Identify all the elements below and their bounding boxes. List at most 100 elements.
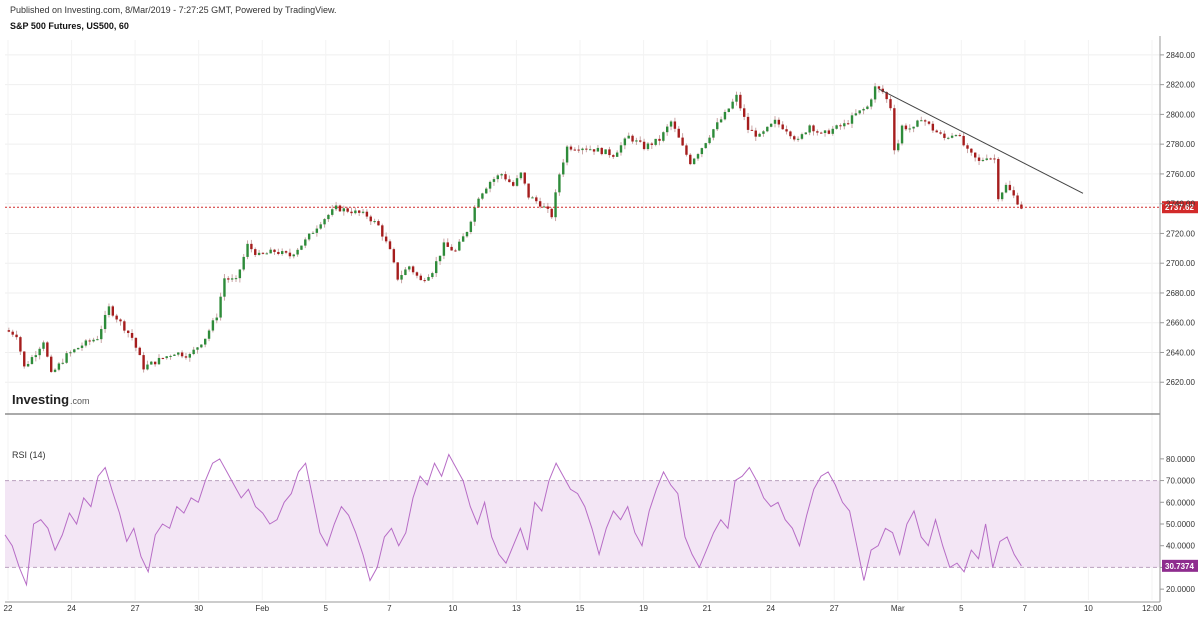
price-tick-label: 2780.00 — [1166, 140, 1195, 149]
candle-up — [920, 120, 923, 122]
candle-down — [161, 357, 165, 359]
candle-up — [438, 255, 442, 262]
candle-up — [157, 357, 161, 365]
candle-down — [15, 334, 18, 338]
candle-down — [535, 197, 538, 202]
candle-down — [927, 121, 931, 124]
candle-up — [257, 252, 261, 255]
candle-up — [542, 206, 546, 208]
candle-up — [200, 344, 203, 348]
candle-up — [103, 314, 107, 330]
candle-up — [950, 135, 954, 138]
candle-down — [115, 315, 118, 320]
candle-up — [146, 364, 149, 370]
candle-up — [230, 278, 234, 280]
candle-up — [404, 269, 407, 276]
candle-up — [804, 132, 807, 135]
candle-down — [512, 182, 515, 186]
candle-down — [392, 249, 396, 263]
candle-up — [242, 256, 245, 270]
candle-up — [26, 363, 30, 367]
candle-down — [538, 201, 542, 207]
candle-up — [400, 275, 403, 280]
candle-up — [843, 123, 846, 127]
candle-down — [1016, 195, 1019, 205]
candle-down — [261, 252, 265, 254]
candle-down — [893, 108, 896, 151]
price-tick-label: 2740.00 — [1166, 200, 1195, 209]
rsi-panel: 20.000030.000040.000050.000060.000070.00… — [4, 450, 1198, 594]
candle-up — [57, 363, 61, 370]
candle-up — [562, 162, 565, 175]
candle-down — [585, 148, 588, 150]
candle-down — [250, 243, 253, 250]
candle-up — [465, 231, 469, 237]
candle-up — [916, 120, 919, 127]
candle-down — [138, 347, 141, 356]
candle-down — [974, 152, 977, 158]
candle-up — [800, 134, 804, 139]
candle-down — [111, 306, 114, 316]
price-tick-label: 2800.00 — [1166, 110, 1195, 119]
rsi-tick-label: 80.0000 — [1166, 455, 1195, 464]
candle-up — [84, 340, 88, 346]
last-price-line: 2737.62 — [5, 201, 1198, 214]
candle-down — [365, 211, 369, 217]
candle-up — [234, 278, 238, 280]
candle-up — [719, 119, 723, 123]
candle-down — [423, 280, 426, 282]
candle-down — [134, 337, 138, 348]
candle-down — [997, 158, 1000, 200]
candle-up — [558, 174, 561, 193]
candle-up — [981, 159, 985, 161]
candle-down — [789, 131, 792, 137]
investing-logo: Investing .com — [12, 392, 90, 407]
candle-down — [793, 136, 796, 140]
candle-down — [277, 251, 280, 255]
candle-up — [354, 210, 357, 214]
candle-up — [107, 306, 111, 315]
candle-down — [415, 272, 419, 276]
candle-up — [473, 207, 476, 222]
candle-up — [192, 349, 195, 355]
candle-up — [496, 175, 499, 180]
candle-up — [323, 219, 326, 225]
time-tick-label: 10 — [1084, 604, 1093, 613]
price-tick-label: 2640.00 — [1166, 348, 1195, 357]
candle-up — [835, 125, 838, 129]
price-tick-label: 2760.00 — [1166, 170, 1195, 179]
candle-up — [281, 251, 284, 255]
candle-up — [223, 278, 226, 297]
candle-down — [381, 225, 384, 237]
candle-up — [469, 221, 473, 232]
time-tick-label: 27 — [131, 604, 140, 613]
candle-up — [361, 211, 365, 213]
candle-down — [358, 210, 361, 213]
time-tick-label: 24 — [67, 604, 76, 613]
rsi-tick-label: 70.0000 — [1166, 477, 1195, 486]
candle-down — [989, 158, 992, 160]
candle-down — [639, 140, 642, 142]
candle-up — [858, 110, 861, 114]
candle-up — [708, 137, 711, 144]
time-tick-label: 7 — [387, 604, 392, 613]
candle-down — [396, 262, 399, 280]
candle-down — [746, 116, 750, 130]
candle-up — [196, 347, 199, 350]
candle-up — [1004, 184, 1008, 193]
time-tick-label: 12:00 — [1142, 604, 1163, 613]
candle-down — [369, 216, 372, 222]
candle-down — [7, 330, 11, 332]
candle-down — [631, 135, 634, 142]
candle-down — [411, 266, 415, 273]
candle-down — [839, 125, 842, 127]
candle-down — [612, 155, 615, 157]
candle-up — [96, 339, 99, 341]
candle-up — [712, 129, 715, 138]
candle-down — [573, 149, 576, 151]
candle-up — [808, 125, 811, 133]
candle-down — [877, 86, 881, 89]
candle-up — [762, 131, 765, 134]
candle-down — [750, 129, 754, 131]
time-tick-label: 15 — [576, 604, 585, 613]
